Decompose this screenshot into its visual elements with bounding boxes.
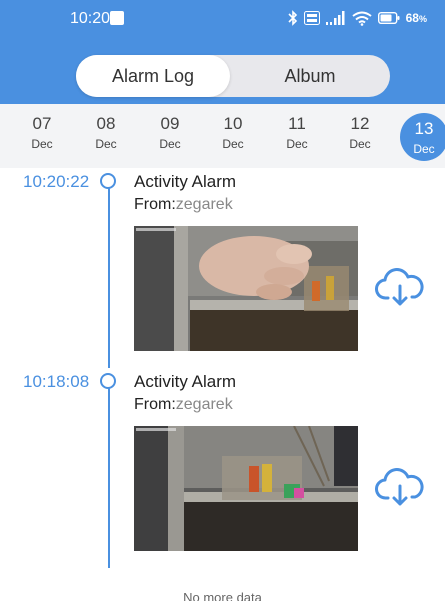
wifi-icon [352,11,372,26]
timeline-line [108,388,110,568]
timeline-line [108,188,110,368]
timeline-node [100,173,116,189]
date-item[interactable]: 09 Dec [145,114,195,152]
tab-album[interactable]: Album [230,55,390,97]
date-item-selected[interactable]: 13 Dec [400,113,445,161]
date-item[interactable]: 08 Dec [81,114,131,152]
event-source: From:zegarek [134,196,233,213]
date-item[interactable]: 11 Dec [272,114,322,152]
status-icons: 68% [288,8,427,28]
event-title: Activity Alarm [134,372,237,391]
status-bar: 10:20 68% [0,0,445,36]
battery-icon [377,12,400,24]
battery-percent: 68% [405,11,427,25]
event-time: 10:20:22 [23,172,90,191]
cloud-download-icon[interactable] [375,468,425,508]
no-more-data-label: No more data [183,590,262,601]
date-item[interactable]: 12 Dec [335,114,385,152]
header: 10:20 68% Alarm Log Album [0,0,445,104]
notification-icon [110,11,124,25]
view-switcher: Alarm Log Album [76,55,390,97]
date-strip: 07 Dec 08 Dec 09 Dec 10 Dec 11 Dec 12 Dec 13 De… [0,104,445,168]
volte-icon [303,11,320,25]
event-title: Activity Alarm [134,172,237,191]
timeline-node [100,373,116,389]
bluetooth-icon [288,10,297,26]
event-snapshot[interactable] [134,426,358,551]
cloud-download-icon[interactable] [375,268,425,308]
date-item[interactable]: 07 Dec [17,114,67,152]
date-item[interactable]: 10 Dec [208,114,258,152]
event-snapshot[interactable] [134,226,358,351]
event-source: From:zegarek [134,396,233,413]
status-time: 10:20 [70,10,111,27]
event-time: 10:18:08 [23,372,90,391]
signal-icon [325,11,345,25]
tab-alarm-log[interactable]: Alarm Log [76,55,230,97]
